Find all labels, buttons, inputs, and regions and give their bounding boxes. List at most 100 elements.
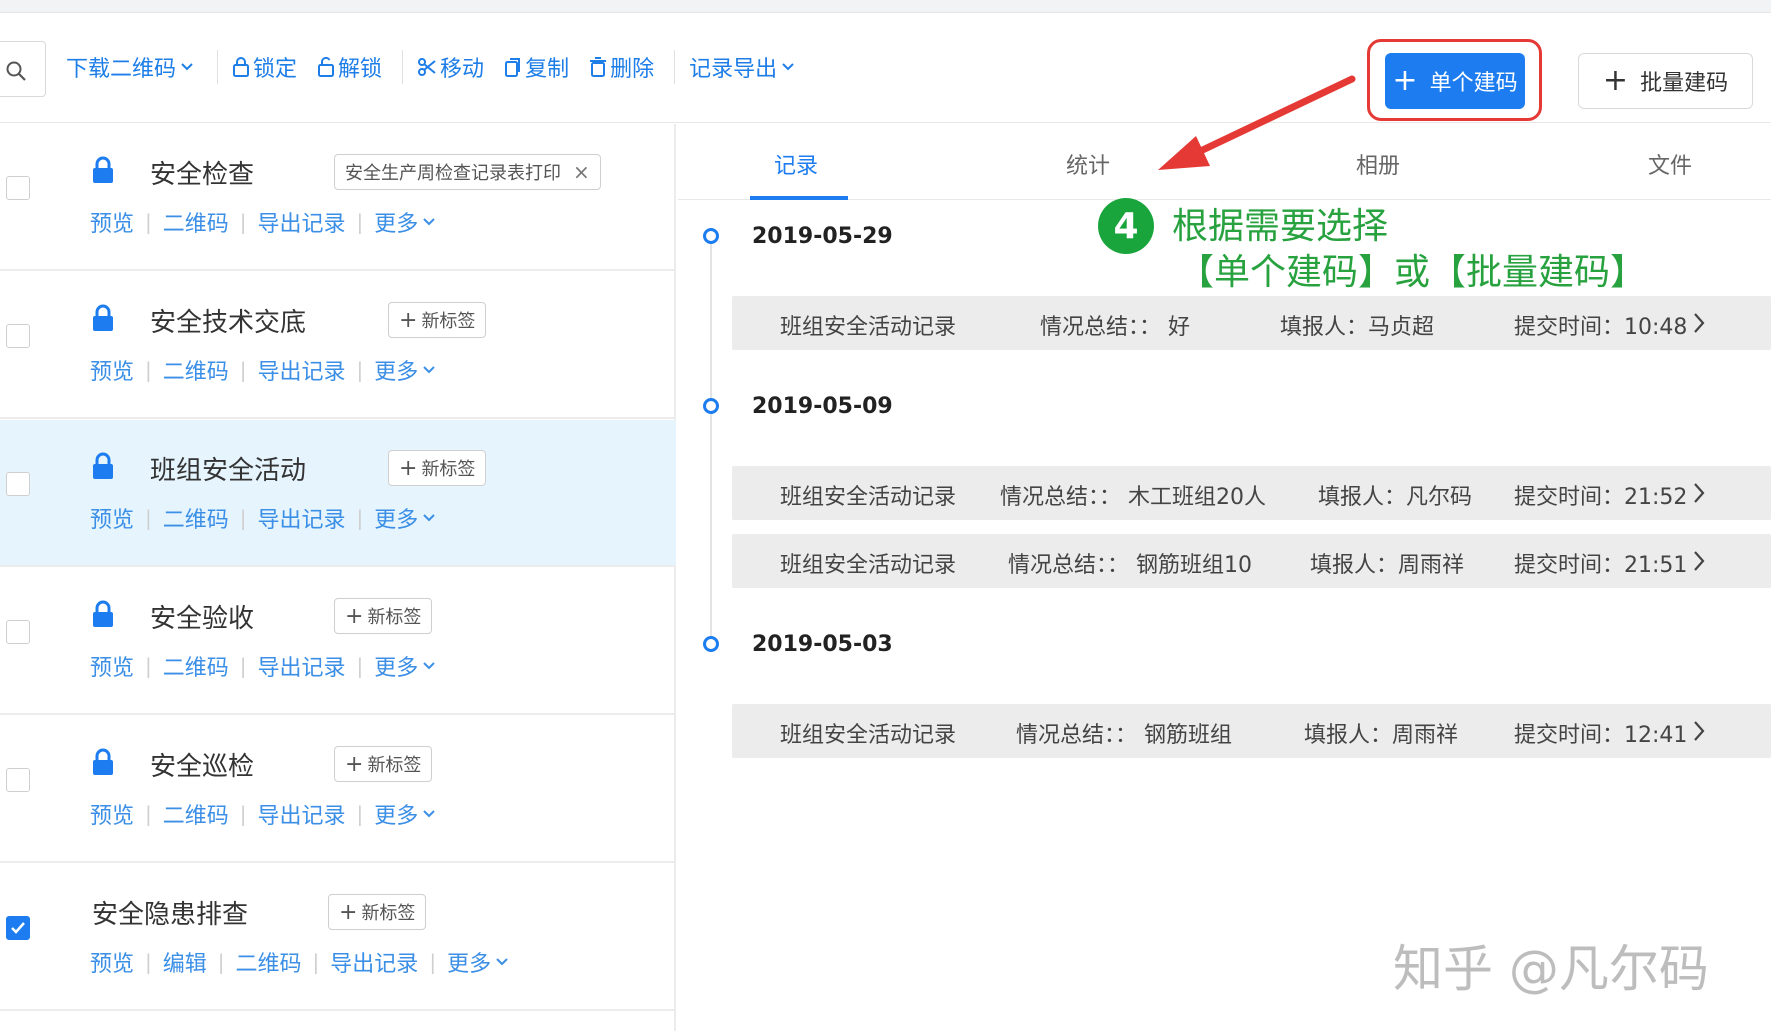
more-link[interactable]: 更多: [374, 502, 418, 534]
list-item[interactable]: 安全检查 安全生产周检查记录表打印 × 预览 | 二维码 | 导出记录 | 更多: [0, 124, 676, 271]
single-code-label: 单个建码: [1429, 71, 1518, 96]
plus-icon: +: [399, 455, 418, 481]
chevron-down-icon: [423, 810, 436, 818]
more-link[interactable]: 更多: [447, 946, 491, 978]
timeline-date: 2019-05-29: [752, 224, 893, 249]
more-link[interactable]: 更多: [374, 798, 418, 830]
export-link[interactable]: 导出记录: [258, 650, 346, 682]
row-checkbox[interactable]: [6, 324, 30, 348]
export-records-button[interactable]: 记录导出: [689, 51, 798, 83]
qr-link[interactable]: 二维码: [236, 946, 302, 978]
export-link[interactable]: 导出记录: [258, 354, 346, 386]
row-checkbox[interactable]: [6, 916, 30, 940]
more-link[interactable]: 更多: [374, 650, 418, 682]
row-checkbox[interactable]: [6, 620, 30, 644]
lock-label: 锁定: [253, 57, 298, 82]
timeline-dot: [703, 398, 719, 414]
record-row[interactable]: 班组安全活动记录 情况总结：： 钢筋班组10 填报人：周雨祥 提交时间：21:5…: [732, 534, 1771, 588]
list-item[interactable]: 安全验收 + 新标签 预览 | 二维码 | 导出记录 | 更多: [0, 568, 676, 715]
list-item-actions: 预览 | 二维码 | 导出记录 | 更多: [90, 796, 436, 832]
link-divider: |: [239, 802, 247, 826]
list-item[interactable]: 安全巡检 + 新标签 预览 | 二维码 | 导出记录 | 更多: [0, 716, 676, 863]
chevron-down-icon: [496, 958, 508, 966]
preview-link[interactable]: 预览: [90, 650, 134, 682]
qr-link[interactable]: 二维码: [163, 798, 229, 830]
annotation-text: 【单个建码】或【批量建码】: [1178, 252, 1647, 293]
export-link[interactable]: 导出记录: [258, 502, 346, 534]
timeline-dot: [703, 636, 719, 652]
list-item[interactable]: 班组安全活动 + 新标签 预览 | 二维码 | 导出记录 | 更多: [0, 420, 676, 567]
lock-icon: [93, 748, 113, 775]
list-item-actions: 预览 | 二维码 | 导出记录 | 更多: [90, 500, 436, 536]
tab-records[interactable]: 记录: [774, 148, 818, 180]
list-item[interactable]: 安全隐患排查 + 新标签 预览 | 编辑 | 二维码 | 导出记录 | 更多: [0, 864, 676, 1011]
link-divider: |: [239, 506, 247, 530]
top-strip: [0, 0, 1771, 13]
add-tag-button[interactable]: + 新标签: [334, 746, 433, 782]
batch-code-button[interactable]: + 批量建码: [1578, 53, 1753, 109]
tag-label: 新标签: [361, 903, 416, 924]
preview-link[interactable]: 预览: [90, 798, 134, 830]
delete-button[interactable]: 删除: [589, 51, 654, 83]
qr-link[interactable]: 二维码: [163, 206, 229, 238]
watermark: 知乎 @凡尔码: [1393, 940, 1709, 998]
list-item[interactable]: 安全技术交底 + 新标签 预览 | 二维码 | 导出记录 | 更多: [0, 272, 676, 419]
search-icon: [6, 61, 26, 81]
preview-link[interactable]: 预览: [90, 206, 134, 238]
move-button[interactable]: 移动: [417, 51, 484, 83]
download-qr-button[interactable]: 下载二维码: [66, 51, 197, 83]
batch-code-label: 批量建码: [1640, 71, 1729, 96]
tab-album[interactable]: 相册: [1356, 148, 1400, 180]
add-tag-button[interactable]: + 新标签: [334, 598, 433, 634]
record-row[interactable]: 班组安全活动记录 情况总结：： 木工班组20人 填报人：凡尔码 提交时间：21:…: [732, 466, 1771, 520]
list-item-title: 安全检查: [150, 160, 255, 190]
more-link[interactable]: 更多: [374, 206, 418, 238]
qr-link[interactable]: 二维码: [163, 502, 229, 534]
tab-files[interactable]: 文件: [1648, 148, 1692, 180]
record-summary: 情况总结：： 木工班组20人: [1000, 485, 1266, 510]
timeline-date: 2019-05-03: [752, 632, 893, 657]
chevron-down-icon: [181, 63, 193, 71]
list-item-title: 安全隐患排查: [92, 900, 249, 930]
timeline-line: [710, 240, 712, 645]
chevron-right-icon: [1694, 313, 1705, 333]
record-reporter: 填报人：马贞超: [1280, 315, 1435, 340]
link-divider: |: [145, 210, 152, 234]
copy-button[interactable]: 复制: [504, 51, 569, 83]
single-code-button[interactable]: + 单个建码: [1385, 53, 1525, 109]
link-divider: |: [145, 802, 152, 826]
unlock-button[interactable]: 解锁: [317, 51, 382, 83]
add-tag-button[interactable]: + 新标签: [388, 302, 487, 338]
download-qr-label: 下载二维码: [66, 57, 177, 82]
lock-button[interactable]: 锁定: [232, 51, 297, 83]
annotation-arrow: [1158, 75, 1356, 170]
record-row[interactable]: 班组安全活动记录 情况总结：： 钢筋班组 填报人：周雨祥 提交时间：12:41: [732, 704, 1771, 758]
more-link[interactable]: 更多: [374, 354, 418, 386]
row-checkbox[interactable]: [6, 176, 30, 200]
record-row[interactable]: 班组安全活动记录 情况总结：： 好 填报人：马贞超 提交时间：10:48: [732, 296, 1771, 350]
add-tag-button[interactable]: + 新标签: [388, 450, 487, 486]
search-button[interactable]: [0, 41, 46, 97]
export-link[interactable]: 导出记录: [330, 946, 418, 978]
preview-link[interactable]: 预览: [90, 354, 134, 386]
list-item-title: 安全巡检: [150, 752, 255, 782]
record-time: 提交时间：12:41: [1514, 723, 1688, 748]
plus-icon: +: [345, 751, 364, 777]
add-tag-button[interactable]: + 新标签: [328, 894, 427, 930]
list-item-title: 安全验收: [150, 604, 255, 634]
tab-statistics[interactable]: 统计: [1066, 148, 1110, 180]
preview-link[interactable]: 预览: [90, 946, 134, 978]
row-checkbox[interactable]: [6, 472, 30, 496]
list-item-tag[interactable]: 安全生产周检查记录表打印 ×: [334, 154, 601, 190]
record-time: 提交时间：10:48: [1514, 315, 1688, 340]
annotation-text: 根据需要选择: [1172, 206, 1389, 247]
preview-link[interactable]: 预览: [90, 502, 134, 534]
close-icon[interactable]: ×: [573, 160, 590, 184]
export-link[interactable]: 导出记录: [258, 206, 346, 238]
qr-link[interactable]: 二维码: [163, 354, 229, 386]
export-link[interactable]: 导出记录: [258, 798, 346, 830]
edit-link[interactable]: 编辑: [163, 946, 207, 978]
record-summary: 情况总结：： 好: [1040, 315, 1190, 340]
row-checkbox[interactable]: [6, 768, 30, 792]
qr-link[interactable]: 二维码: [163, 650, 229, 682]
